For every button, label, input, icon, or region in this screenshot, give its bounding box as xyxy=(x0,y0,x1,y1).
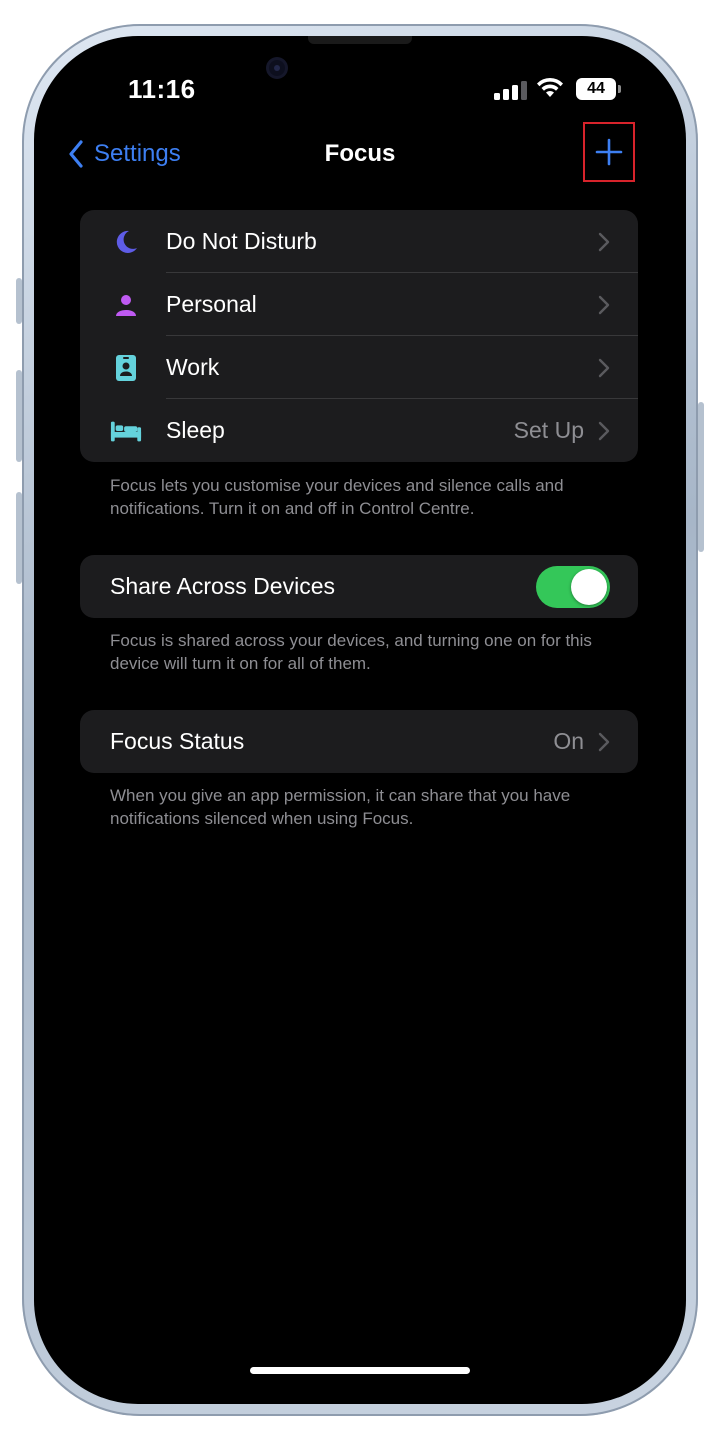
focus-item-do-not-disturb[interactable]: Do Not Disturb xyxy=(80,210,638,273)
focus-item-personal[interactable]: Personal xyxy=(80,273,638,336)
share-across-devices-label: Share Across Devices xyxy=(110,573,335,599)
focus-item-label: Personal xyxy=(166,291,257,317)
volume-down-button xyxy=(16,492,22,584)
chevron-right-icon xyxy=(598,232,610,252)
toggle-knob xyxy=(571,569,607,605)
focus-item-label: Do Not Disturb xyxy=(166,228,317,254)
chevron-right-icon xyxy=(598,295,610,315)
focus-item-label: Work xyxy=(166,354,220,380)
back-button[interactable]: Settings xyxy=(68,136,181,172)
status-time: 11:16 xyxy=(128,74,196,104)
focus-item-sleep[interactable]: Sleep Set Up xyxy=(80,399,638,462)
add-focus-button[interactable] xyxy=(583,122,635,182)
share-across-devices-group: Share Across Devices xyxy=(80,555,638,618)
page-title: Focus xyxy=(324,140,396,167)
focus-item-label: Sleep xyxy=(166,417,225,443)
id-badge-icon xyxy=(110,352,142,384)
focus-status-value: On xyxy=(553,728,584,754)
bed-icon xyxy=(110,415,142,447)
moon-icon xyxy=(110,226,142,258)
chevron-right-icon xyxy=(598,358,610,378)
plus-icon xyxy=(595,138,623,166)
focus-status-label: Focus Status xyxy=(110,728,245,754)
focus-status-description: When you give an app permission, it can … xyxy=(110,786,571,828)
battery-icon: 44 xyxy=(576,78,616,100)
chevron-left-icon xyxy=(69,140,83,168)
focus-item-value: Set Up xyxy=(513,417,584,443)
share-description: Focus is shared across your devices, and… xyxy=(110,631,592,673)
cellular-signal-icon xyxy=(494,80,530,100)
mute-switch xyxy=(16,278,22,324)
front-camera xyxy=(269,60,285,76)
wifi-icon xyxy=(535,76,565,100)
focus-modes-list: Do Not Disturb Personal Work Sleep Set U… xyxy=(80,210,638,462)
back-button-label: Settings xyxy=(94,140,181,167)
share-across-devices-toggle[interactable] xyxy=(536,566,610,608)
speaker-grille xyxy=(308,36,412,44)
home-indicator[interactable] xyxy=(250,1367,470,1374)
chevron-right-icon xyxy=(598,732,610,752)
focus-item-work[interactable]: Work xyxy=(80,336,638,399)
focus-status-group: Focus Status On xyxy=(80,710,638,773)
person-icon xyxy=(110,289,142,321)
share-across-devices-row: Share Across Devices xyxy=(80,555,638,618)
focus-description: Focus lets you customise your devices an… xyxy=(110,476,564,518)
volume-up-button xyxy=(16,370,22,462)
chevron-right-icon xyxy=(598,421,610,441)
focus-status-row[interactable]: Focus Status On xyxy=(80,710,638,773)
power-button xyxy=(698,402,704,552)
battery-tip xyxy=(618,85,621,93)
